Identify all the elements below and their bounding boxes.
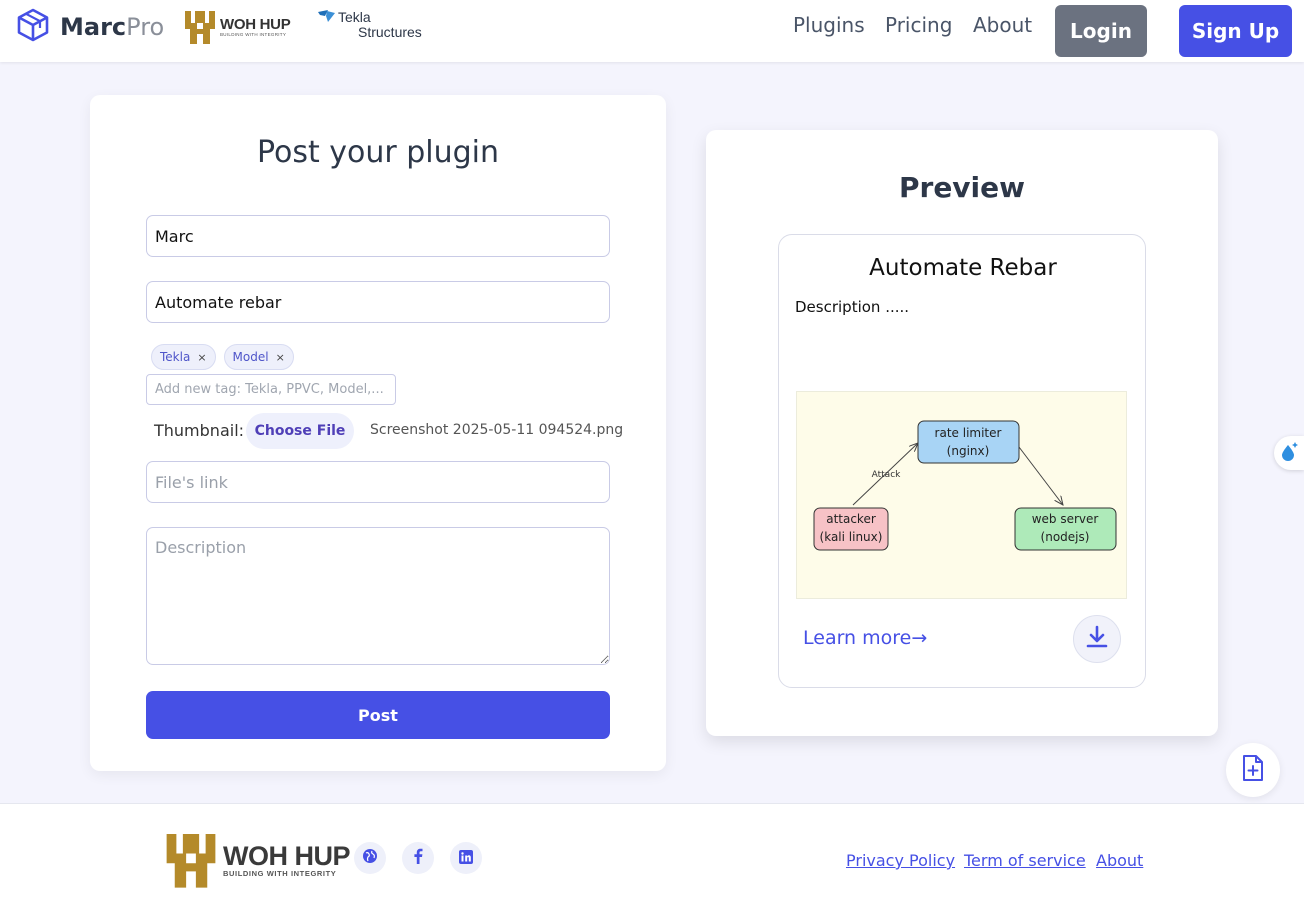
tekla-logo: Tekla Structures: [318, 10, 422, 40]
attacker-sublabel: (kali linux): [820, 530, 883, 544]
footer-wohhup-logo: WOH HUP BUILDING WITH INTEGRITY: [165, 832, 351, 888]
tag-chip: Model ×: [223, 344, 294, 370]
forward-edge: [1018, 446, 1063, 505]
tekla-mark: [318, 10, 335, 22]
facebook-icon: [411, 848, 425, 868]
tekla-product: Structures: [358, 24, 422, 40]
wohhup-logo: WOH HUP BUILDING WITH INTEGRITY: [184, 10, 291, 44]
selected-file-name: Screenshot 2025-05-11 094524.png: [370, 422, 624, 438]
privacy-policy-link[interactable]: Privacy Policy: [846, 851, 955, 870]
tag-chip: Tekla ×: [151, 344, 216, 370]
file-plus-icon: [1241, 754, 1265, 786]
signup-button[interactable]: Sign Up: [1179, 5, 1292, 57]
wohhup-tagline: BUILDING WITH INTEGRITY: [220, 31, 287, 37]
droplet-icon: [1279, 440, 1299, 466]
nav-plugins[interactable]: Plugins: [793, 13, 865, 37]
download-icon: [1086, 625, 1108, 653]
post-button[interactable]: Post: [146, 691, 610, 739]
tag-input[interactable]: [146, 374, 396, 405]
login-button[interactable]: Login: [1055, 5, 1147, 57]
form-title: Post your plugin: [256, 135, 500, 170]
post-plugin-form: Post your plugin Tekla × Model × Thumbna…: [90, 95, 666, 771]
tag-remove-icon[interactable]: ×: [197, 351, 206, 364]
author-input[interactable]: [146, 215, 610, 257]
top-navbar: MarcPro WOH HUP BUILDING WITH INTEGRITY …: [0, 0, 1304, 62]
footer: WOH HUP BUILDING WITH INTEGRITY Privacy …: [0, 803, 1304, 900]
cube-icon: [16, 8, 50, 46]
tag-label: Tekla: [160, 350, 191, 364]
floating-new-file-button[interactable]: [1226, 743, 1280, 797]
brand-name: MarcPro: [60, 13, 165, 41]
tag-remove-icon[interactable]: ×: [276, 351, 285, 364]
nav-pricing[interactable]: Pricing: [885, 13, 952, 37]
preview-panel: Preview Automate Rebar Description .....…: [706, 130, 1218, 736]
nav-about[interactable]: About: [973, 13, 1032, 37]
choose-file-button[interactable]: Choose File: [246, 413, 354, 449]
download-button[interactable]: [1073, 615, 1121, 663]
terms-link[interactable]: Term of service: [964, 851, 1086, 870]
attacker-label: attacker: [826, 512, 876, 526]
social-linkedin[interactable]: [450, 842, 482, 874]
plugin-title: Automate Rebar: [869, 255, 1057, 281]
wohhup-name: WOH HUP: [223, 840, 351, 871]
tag-label: Model: [232, 350, 269, 364]
plugin-thumbnail: Attack rate limiter (nginx) attacker (ka…: [796, 391, 1127, 599]
rate-limiter-label: rate limiter: [935, 426, 1002, 440]
rate-limiter-sublabel: (nginx): [947, 444, 990, 458]
web-server-sublabel: (nodejs): [1041, 530, 1090, 544]
plugin-preview-card: Automate Rebar Description ..... Attack …: [778, 234, 1146, 688]
learn-more-link[interactable]: Learn more→: [803, 627, 927, 649]
tag-list: Tekla × Model ×: [151, 344, 294, 370]
description-textarea[interactable]: [146, 527, 610, 665]
footer-about-link[interactable]: About: [1096, 851, 1143, 870]
floating-droplet-button[interactable]: [1274, 436, 1304, 470]
plugin-name-input[interactable]: [146, 281, 610, 323]
thumbnail-label: Thumbnail:: [154, 421, 245, 440]
social-website[interactable]: [354, 842, 386, 874]
file-link-input[interactable]: [146, 461, 610, 503]
wohhup-name: WOH HUP: [220, 15, 291, 33]
web-server-label: web server: [1032, 512, 1099, 526]
preview-title: Preview: [898, 171, 1026, 204]
wohhup-mark: [185, 11, 215, 44]
plugin-description: Description .....: [795, 298, 910, 316]
marcpro-logo[interactable]: MarcPro: [16, 8, 164, 46]
social-facebook[interactable]: [402, 842, 434, 874]
wohhup-mark: [166, 834, 216, 888]
tekla-name: Tekla: [338, 9, 371, 25]
wohhup-tagline: BUILDING WITH INTEGRITY: [223, 868, 337, 878]
linkedin-icon: [459, 849, 473, 868]
edge-label: Attack: [872, 470, 902, 480]
globe-icon: [362, 848, 378, 868]
